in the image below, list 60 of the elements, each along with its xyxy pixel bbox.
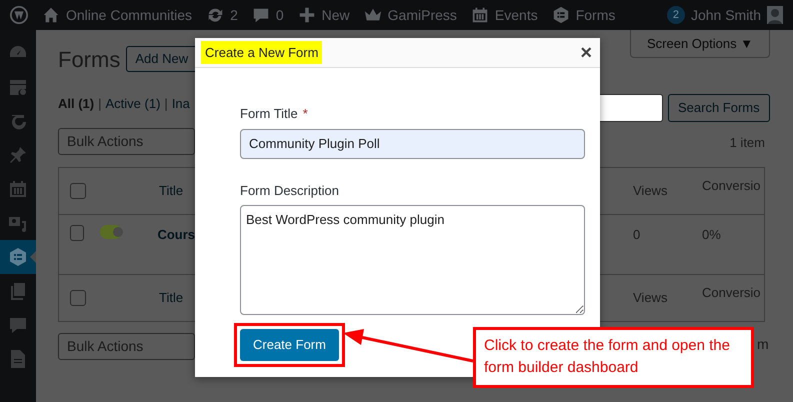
menu-item[interactable]: 0: [276, 4, 284, 26]
form-title-link[interactable]: Cours: [157, 225, 195, 244]
checkbox[interactable]: [70, 225, 84, 241]
field-label: Form Title: [240, 105, 298, 123]
calendar-check-icon[interactable]: [8, 77, 28, 97]
pages-icon[interactable]: [8, 281, 28, 301]
item-count: 1 item: [730, 134, 765, 152]
menu-item[interactable]: 2: [230, 4, 238, 26]
avatar-icon[interactable]: [767, 6, 783, 24]
table-cell-text: 0: [633, 226, 642, 244]
refresh-icon[interactable]: [206, 6, 224, 24]
user-name[interactable]: John Smith: [690, 4, 761, 26]
menu-item[interactable]: Events: [494, 4, 538, 26]
search-button[interactable]: Search Forms: [668, 94, 770, 122]
close-button[interactable]: ×: [580, 42, 592, 62]
column-header: Conversio: [702, 284, 761, 302]
calendar-icon[interactable]: [8, 179, 28, 199]
checkbox[interactable]: [70, 290, 86, 306]
document-icon[interactable]: [8, 349, 28, 369]
text-area[interactable]: Best WordPress community plugin: [240, 205, 585, 315]
field-label: Form Description: [240, 182, 339, 200]
menu-item[interactable]: Forms: [576, 4, 616, 26]
filter-link[interactable]: Active (1): [106, 94, 160, 114]
annotation-callout: Click to create the form and open the form builder dashboard: [473, 327, 754, 388]
forms-icon[interactable]: [8, 247, 28, 267]
column-header: Conversio: [702, 177, 761, 195]
filter-link[interactable]: Ina: [172, 94, 190, 114]
comment-icon[interactable]: [252, 6, 270, 24]
modal-title: Create a New Form: [201, 40, 322, 64]
create-form-button[interactable]: Create Form: [240, 329, 339, 361]
pin-icon[interactable]: [8, 145, 28, 165]
forms-icon[interactable]: [552, 6, 570, 24]
separator: |: [98, 95, 102, 114]
menu-item[interactable]: Online Communities: [66, 4, 192, 26]
bulk-actions-select[interactable]: Bulk Actions: [58, 332, 195, 360]
item-count: m: [757, 335, 769, 354]
separator: |: [164, 95, 168, 114]
home-icon[interactable]: [42, 6, 60, 24]
search-field[interactable]: [600, 94, 663, 122]
menu-item[interactable]: New: [322, 4, 350, 26]
column-header[interactable]: Views: [633, 181, 702, 201]
text-field[interactable]: Community Plugin Poll: [240, 128, 585, 158]
table-cell-text: 0%: [702, 226, 721, 244]
screen-options-button[interactable]: Screen Options ▼: [630, 30, 770, 58]
wordpress-logo-icon[interactable]: [10, 6, 28, 24]
column-header[interactable]: Title: [159, 181, 184, 201]
calendar-icon[interactable]: [470, 6, 489, 24]
checkbox[interactable]: [70, 183, 86, 199]
notification-badge[interactable]: 2: [666, 6, 685, 24]
current-arrow-icon: [30, 251, 36, 263]
column-header[interactable]: Title: [159, 288, 184, 308]
bulk-actions-select[interactable]: Bulk Actions: [58, 128, 195, 154]
filter-link[interactable]: All (1): [58, 94, 94, 114]
column-header: Views: [633, 289, 668, 308]
plus-icon[interactable]: [298, 6, 316, 24]
menu-item[interactable]: GamiPress: [388, 4, 457, 26]
toggle-switch[interactable]: [100, 225, 122, 239]
page-title: Forms: [58, 46, 120, 74]
comment-icon[interactable]: [8, 315, 28, 335]
required-mark: *: [302, 105, 308, 123]
